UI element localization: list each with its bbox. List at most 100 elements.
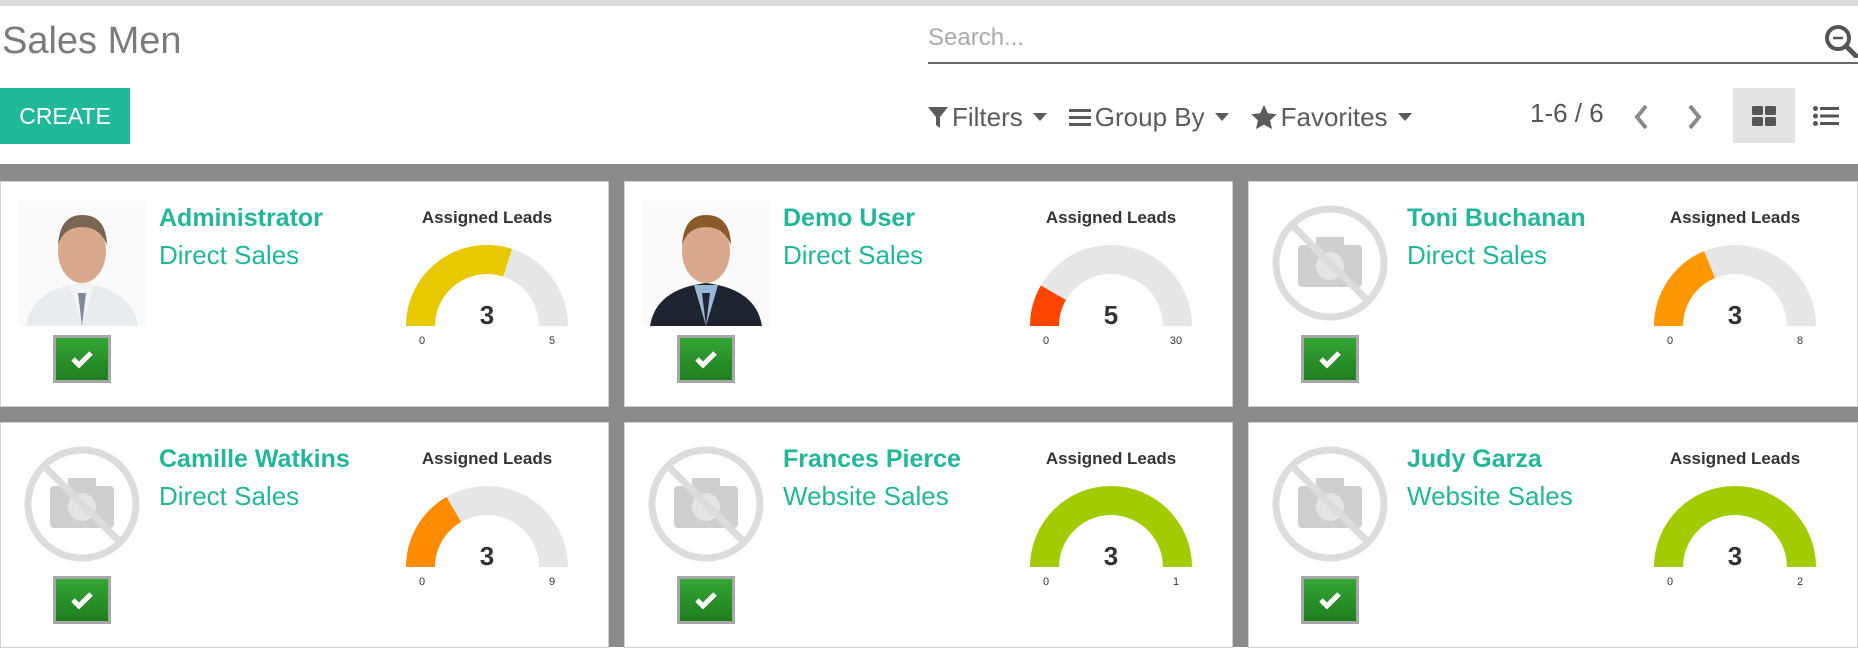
- checkbox-fill: [56, 579, 108, 621]
- sales-team: Direct Sales: [783, 240, 924, 270]
- salesman-card[interactable]: Judy Garza Website Sales Assigned Leads …: [1248, 422, 1858, 648]
- gauge-title: Assigned Leads: [1669, 449, 1801, 468]
- sales-team: Direct Sales: [159, 481, 300, 511]
- gauge-chart: 3 0 2: [1654, 485, 1816, 588]
- active-toggle-button[interactable]: [1301, 576, 1359, 624]
- checkbox-fill: [56, 338, 108, 380]
- search-icon[interactable]: [1824, 24, 1858, 58]
- salesman-name[interactable]: Demo User: [783, 204, 915, 233]
- caret-down-icon: [1397, 113, 1412, 121]
- gauge-value-label: 3: [480, 541, 494, 571]
- gauge-value-label: 3: [1728, 300, 1742, 330]
- gauge-value-label: 3: [1728, 541, 1742, 571]
- gauge-title: Assigned Leads: [421, 208, 553, 227]
- gauge-chart: 3 0 8: [1654, 245, 1816, 347]
- checkbox-fill: [680, 338, 732, 380]
- top-border: [0, 0, 1858, 6]
- sales-team: Website Sales: [1407, 481, 1573, 511]
- sales-team: Direct Sales: [1407, 240, 1548, 270]
- gauge-max-label: 1: [1173, 576, 1179, 588]
- camera-top: [692, 478, 720, 488]
- avatar: [642, 201, 770, 326]
- gauge-max-label: 8: [1797, 335, 1803, 347]
- checkbox-fill: [1304, 579, 1356, 621]
- salesman-name[interactable]: Administrator: [159, 204, 323, 233]
- salesman-card[interactable]: Frances Pierce Website Sales Assigned Le…: [624, 422, 1233, 648]
- gauge-chart: 3 0 1: [1030, 485, 1192, 588]
- gauge-chart: 3 0 5: [406, 245, 568, 347]
- gauge-title: Assigned Leads: [1045, 449, 1177, 468]
- filters-label: Filters: [952, 101, 1023, 132]
- star-icon: [1250, 105, 1277, 129]
- gauge-value-label: 5: [1104, 300, 1118, 330]
- active-toggle-button[interactable]: [53, 576, 111, 624]
- gauge-title: Assigned Leads: [421, 449, 553, 468]
- avatar: [24, 446, 140, 562]
- filters-button[interactable]: Filters: [928, 102, 1047, 133]
- sales-team: Direct Sales: [159, 240, 300, 270]
- previous-page-icon[interactable]: [1631, 102, 1653, 132]
- gauge-chart: 3 0 9: [406, 486, 568, 588]
- gauge-min-label: 0: [1667, 576, 1673, 588]
- gauge-title: Assigned Leads: [1045, 208, 1177, 227]
- active-toggle-button[interactable]: [677, 576, 735, 624]
- gauge-max-label: 5: [549, 335, 555, 347]
- gauge-title: Assigned Leads: [1669, 208, 1801, 227]
- active-toggle-button[interactable]: [1301, 335, 1359, 383]
- favorites-label: Favorites: [1280, 101, 1388, 132]
- group-by-button[interactable]: Group By: [1068, 101, 1229, 133]
- gauge-value-label: 3: [480, 300, 494, 330]
- gauge-value-arc: [1654, 251, 1716, 326]
- salesman-card[interactable]: Toni Buchanan Direct Sales Assigned Lead…: [1248, 181, 1858, 407]
- salesman-name[interactable]: Frances Pierce: [783, 445, 961, 474]
- kanban-view-button[interactable]: [1733, 88, 1795, 143]
- gauge-min-label: 0: [419, 335, 425, 347]
- gauge-max-label: 9: [549, 576, 555, 588]
- check-icon: [1319, 592, 1341, 610]
- list-view-button[interactable]: [1795, 88, 1857, 143]
- checkbox-fill: [1304, 338, 1356, 380]
- search-options: Filters Group By Favorites: [928, 100, 1434, 134]
- salesman-card[interactable]: Camille Watkins Direct Sales Assigned Le…: [0, 422, 609, 648]
- camera-top: [1316, 478, 1344, 488]
- filter-icon: [928, 107, 948, 128]
- avatar: [18, 201, 146, 326]
- next-page-icon[interactable]: [1683, 102, 1705, 132]
- gauge-max-label: 30: [1170, 335, 1182, 347]
- avatar: [648, 446, 764, 562]
- gauge-value-label: 3: [1104, 541, 1118, 571]
- page-title: Sales Men: [2, 20, 182, 62]
- salesman-name[interactable]: Toni Buchanan: [1407, 204, 1586, 233]
- caret-down-icon: [1032, 113, 1047, 121]
- salesman-card[interactable]: Administrator Direct Sales Assigned Lead…: [0, 181, 609, 407]
- group-by-label: Group By: [1094, 101, 1205, 132]
- gauge-min-label: 0: [1667, 335, 1673, 347]
- gauge-max-label: 2: [1797, 576, 1803, 588]
- check-icon: [71, 351, 93, 369]
- active-toggle-button[interactable]: [677, 335, 735, 383]
- bars-icon: [1068, 109, 1091, 126]
- salesman-name[interactable]: Camille Watkins: [159, 445, 350, 474]
- search-input[interactable]: [928, 20, 1788, 56]
- search-bar: [928, 20, 1858, 64]
- create-button[interactable]: CREATE: [0, 88, 130, 144]
- avatar: [1272, 446, 1388, 562]
- salesman-name[interactable]: Judy Garza: [1407, 445, 1542, 474]
- gauge-value-arc: [406, 245, 513, 326]
- caret-down-icon: [1214, 113, 1229, 121]
- salesman-card[interactable]: Demo User Direct Sales Assigned Leads 5 0…: [624, 181, 1233, 407]
- gauge-min-label: 0: [419, 576, 425, 588]
- camera-top: [68, 478, 96, 488]
- checkbox-fill: [680, 579, 732, 621]
- gauge-min-label: 0: [1043, 576, 1049, 588]
- sales-team: Website Sales: [783, 481, 949, 511]
- active-toggle-button[interactable]: [53, 335, 111, 383]
- check-icon: [695, 592, 717, 610]
- favorites-button[interactable]: Favorites: [1250, 101, 1412, 133]
- pager-value: 1-6 / 6: [1530, 98, 1604, 128]
- avatar: [1272, 205, 1388, 321]
- check-icon: [71, 592, 93, 610]
- camera-top: [1316, 237, 1344, 247]
- list-icon: [1813, 105, 1839, 126]
- gauge-min-label: 0: [1043, 335, 1049, 347]
